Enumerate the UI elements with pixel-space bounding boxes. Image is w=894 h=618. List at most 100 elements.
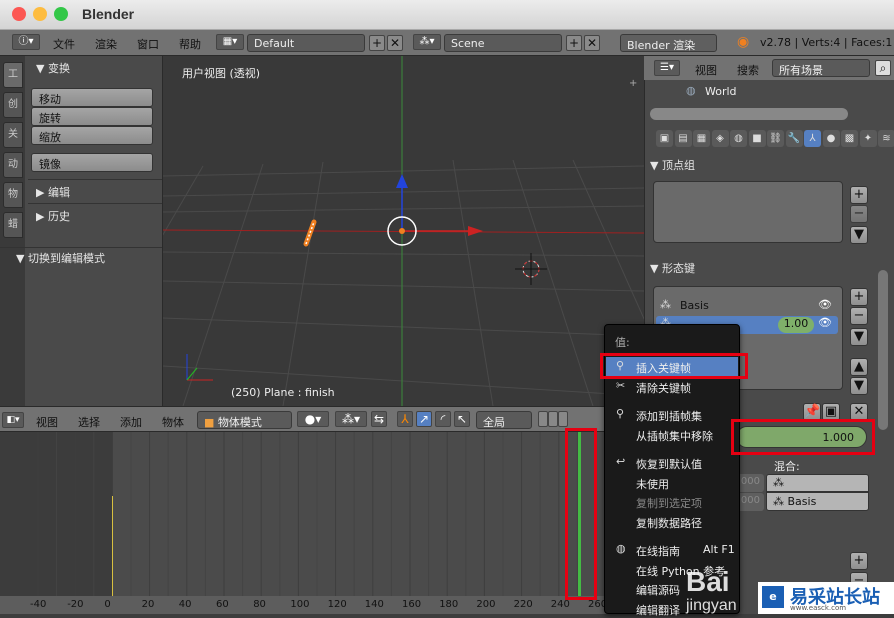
rotate-button[interactable]: 旋转 (31, 107, 153, 126)
viewport-corner-plus-icon[interactable]: + (629, 78, 641, 90)
remove-screen-button[interactable]: ✕ (387, 35, 403, 51)
menu-add[interactable]: 添加 (120, 414, 142, 430)
shape-keys-header[interactable]: ▼ 形态键 (650, 260, 876, 276)
context-menu-item[interactable]: ✂ 清除关键帧 (606, 377, 738, 396)
shape-key-specials-button[interactable]: ▼ (850, 328, 868, 346)
maximize-window-button[interactable] (54, 7, 68, 21)
remove-scene-button[interactable]: ✕ (584, 35, 600, 51)
history-panel-header[interactable]: ▶ 历史 (36, 208, 70, 224)
menu-object[interactable]: 物体 (162, 414, 184, 430)
translate-button[interactable]: 移动 (31, 88, 153, 107)
vertex-groups-list[interactable] (653, 181, 843, 243)
mirror-button[interactable]: 镜像 (31, 153, 153, 172)
layer-button[interactable] (548, 411, 558, 427)
menu-help[interactable]: 帮助 (179, 36, 201, 52)
translate-manipulator-icon[interactable]: ⅄ (397, 411, 413, 427)
render-icon[interactable]: ▤ (674, 130, 692, 147)
shape-key-value[interactable]: 1.00 (778, 317, 814, 333)
outliner-scrollbar[interactable] (650, 108, 848, 120)
add-vertex-group-button[interactable]: + (850, 186, 868, 204)
menu-view[interactable]: 视图 (36, 414, 58, 430)
outliner-search-icon[interactable]: ⌕ (875, 60, 891, 76)
screen-layout-field[interactable]: Default (247, 34, 365, 52)
object-icon[interactable]: ■ (748, 130, 766, 147)
blend-relative-field[interactable]: ⁂ Basis (766, 492, 869, 511)
divider (0, 247, 162, 248)
data-icon[interactable]: ⅄ (804, 130, 821, 147)
eye-icon[interactable]: 👁 (818, 298, 832, 311)
menu-render[interactable]: 渲染 (95, 36, 117, 52)
properties-scrollbar[interactable] (878, 270, 888, 430)
outliner-menu-view[interactable]: 视图 (695, 62, 717, 78)
tab-animation[interactable]: 动 (3, 152, 23, 178)
layer-button[interactable] (558, 411, 568, 427)
context-menu-item[interactable]: 复制数据路径 (606, 512, 738, 531)
render-engine-select[interactable]: Blender 渲染 (620, 34, 717, 52)
constraints-icon[interactable]: ⛓ (767, 130, 784, 147)
transform-orientation-select[interactable]: 全局 (476, 411, 532, 429)
tab-tools[interactable]: 工 (3, 62, 23, 88)
remove-vertex-group-button[interactable]: − (850, 205, 868, 223)
vertex-group-specials-button[interactable]: ▼ (850, 226, 868, 244)
scene-field[interactable]: Scene (444, 34, 562, 52)
timeline[interactable]: -40 -20 0 20 40 60 80 100 120 140 160 180 200 220 240 2… (0, 432, 644, 614)
pivot-select[interactable]: ⁂▾ (335, 411, 367, 427)
outliner-row[interactable]: ◍ World (660, 84, 860, 100)
context-menu-item[interactable]: 从插帧集中移除 (606, 425, 738, 444)
divider (28, 203, 162, 204)
manipulator-toggle-icon[interactable]: ⇆ (371, 411, 387, 427)
context-menu-item[interactable]: ⚲ 添加到插帧集 (606, 405, 738, 424)
camera-icon[interactable]: ▣ (656, 130, 673, 147)
layers-icon[interactable]: ▦ (693, 130, 710, 147)
move-down-button[interactable]: ▼ (850, 377, 868, 395)
vertex-groups-header[interactable]: ▼ 顶点组 (650, 157, 876, 173)
edit-panel-header[interactable]: ▶ 编辑 (36, 184, 70, 200)
tab-create[interactable]: 创 (3, 92, 23, 118)
outliner-filter-select[interactable]: 所有场景 (772, 59, 870, 77)
context-menu-item[interactable]: 未使用 (606, 473, 738, 492)
arc-manipulator-icon[interactable]: ◜ (435, 411, 451, 427)
layer-button[interactable] (538, 411, 548, 427)
world-icon[interactable]: ◍ (730, 130, 747, 147)
modifiers-icon[interactable]: 🔧 (785, 130, 803, 147)
context-menu-item[interactable]: ↩ 恢复到默认值 (606, 453, 738, 472)
remove-shape-key-button[interactable]: − (850, 307, 868, 325)
add-scene-button[interactable]: + (566, 35, 582, 51)
transform-panel-header[interactable]: ▼ 变换 (36, 60, 70, 76)
close-window-button[interactable] (12, 7, 26, 21)
material-icon[interactable]: ● (822, 130, 840, 147)
add-screen-button[interactable]: + (369, 35, 385, 51)
scene-icon[interactable]: ◈ (711, 130, 729, 147)
toggle-editmode-header[interactable]: ▼ 切换到编辑模式 (16, 250, 105, 266)
info-editor-type-button[interactable]: ⓘ▾ (12, 34, 40, 50)
menu-file[interactable]: 文件 (53, 36, 75, 52)
3d-viewport[interactable]: 用户视图 (透视) (250) Plane : finish + (163, 56, 644, 406)
menu-window[interactable]: 窗口 (137, 36, 159, 52)
context-menu-item[interactable]: 复制到选定项 (606, 492, 738, 511)
eye-icon[interactable]: 👁 (818, 316, 832, 329)
outliner-menu-search[interactable]: 搜索 (737, 62, 759, 78)
scale-button[interactable]: 缩放 (31, 126, 153, 145)
tab-physics[interactable]: 物 (3, 182, 23, 208)
menu-select[interactable]: 选择 (78, 414, 100, 430)
rotate-manipulator-icon[interactable]: ↗ (416, 411, 432, 427)
editor-type-button[interactable]: ◧▾ (2, 412, 24, 428)
shading-select[interactable]: ●▾ (297, 411, 329, 427)
mode-select[interactable]: ■ 物体模式 (197, 411, 292, 429)
shape-key-row-basis[interactable]: ⁂ Basis 👁 (658, 298, 838, 314)
add-button[interactable]: + (850, 552, 868, 570)
screen-layout-icon[interactable]: ▦▾ (216, 34, 244, 50)
outliner-editor-type-button[interactable]: ☰▾ (654, 60, 680, 76)
blend-vertex-group-icon[interactable]: ⁂ (766, 474, 869, 492)
particles-icon[interactable]: ✦ (859, 130, 877, 147)
context-menu-item[interactable]: ◍ 在线指南 Alt F1 (606, 540, 738, 559)
scene-icon[interactable]: ⁂▾ (413, 34, 441, 50)
move-up-button[interactable]: ▲ (850, 358, 868, 376)
texture-icon[interactable]: ▩ (841, 130, 858, 147)
tab-grease-pencil[interactable]: 蜡 (3, 212, 23, 238)
scale-manipulator-icon[interactable]: ↖ (454, 411, 470, 427)
tab-relations[interactable]: 关 (3, 122, 23, 148)
add-shape-key-button[interactable]: + (850, 288, 868, 306)
minimize-window-button[interactable] (33, 7, 47, 21)
physics-icon[interactable]: ≋ (878, 130, 894, 147)
